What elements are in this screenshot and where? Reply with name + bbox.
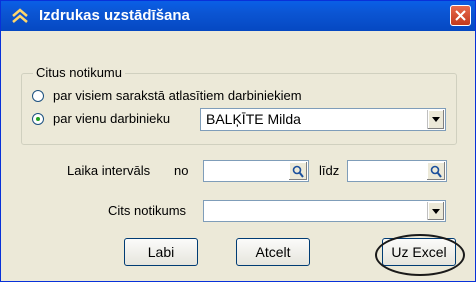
magnifier-icon xyxy=(430,165,442,178)
other-event-label: Cits notikums xyxy=(108,203,187,218)
radio-all-employees-label: par visiem sarakstā atlasītiem darbiniek… xyxy=(53,88,302,103)
other-event-dropdown-button[interactable] xyxy=(427,202,444,220)
radio-one-employee[interactable] xyxy=(32,113,44,125)
highlight-ellipse xyxy=(375,234,465,276)
cancel-button[interactable]: Atcelt xyxy=(236,238,310,266)
interval-label: Laika intervāls xyxy=(67,163,151,178)
other-event-select[interactable] xyxy=(203,200,446,222)
dialog-window: Izdrukas uzstādīšana Citus notikumu par … xyxy=(0,0,476,282)
radio-one-employee-label: par vienu darbinieku xyxy=(53,111,171,126)
date-from-input[interactable] xyxy=(203,160,309,182)
radio-selected-dot xyxy=(36,117,40,121)
radio-all-employees[interactable] xyxy=(32,90,44,102)
title-bar[interactable]: Izdrukas uzstādīšana xyxy=(1,1,475,31)
chevron-down-icon xyxy=(432,209,440,214)
interval-to-label: līdz xyxy=(319,163,340,178)
magnifier-icon xyxy=(292,165,304,178)
chevron-down-icon xyxy=(432,117,440,122)
date-to-lookup-button[interactable] xyxy=(427,162,445,180)
window-title: Izdrukas uzstādīšana xyxy=(39,7,190,24)
double-chevron-up-icon xyxy=(11,8,29,24)
employee-dropdown-button[interactable] xyxy=(427,110,444,129)
close-button[interactable] xyxy=(450,5,471,26)
close-icon xyxy=(455,10,466,21)
date-from-lookup-button[interactable] xyxy=(289,162,307,180)
employee-select-value: BALĶĪTE Milda xyxy=(206,111,301,127)
employee-select[interactable]: BALĶĪTE Milda xyxy=(200,108,446,131)
group-legend: Citus notikumu xyxy=(33,65,125,80)
interval-from-label: no xyxy=(174,163,189,178)
ok-button[interactable]: Labi xyxy=(124,238,198,266)
date-to-input[interactable] xyxy=(347,160,447,182)
